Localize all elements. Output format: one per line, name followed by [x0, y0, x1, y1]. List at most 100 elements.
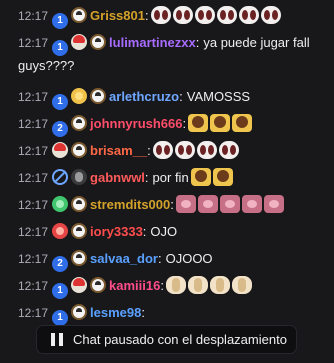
eyes-emote-icon[interactable]	[238, 6, 259, 24]
message-username[interactable]: arlethcruzo	[109, 89, 179, 104]
message-timestamp: 12:17	[18, 9, 49, 23]
eyes-emote-icon[interactable]	[172, 6, 193, 24]
clap-emote-icon[interactable]	[187, 276, 208, 294]
message-colon: :	[142, 224, 147, 239]
cap-badge-icon[interactable]	[71, 7, 88, 23]
hands-emote-icon[interactable]	[210, 114, 231, 132]
eyes-emote-icon[interactable]	[150, 6, 171, 24]
message-colon: :	[182, 116, 187, 131]
red-badge-icon[interactable]	[52, 223, 69, 239]
subscriber-badge-icon[interactable]: 1	[52, 310, 69, 326]
subscriber-badge-icon[interactable]: 1	[52, 283, 69, 299]
message-colon: :	[195, 35, 200, 50]
gold-badge-icon[interactable]	[71, 88, 88, 104]
message-colon: :	[144, 8, 149, 23]
cap-badge-icon[interactable]	[90, 88, 107, 104]
cap-badge-icon[interactable]	[71, 223, 88, 239]
cap-badge-icon[interactable]	[71, 196, 88, 212]
message-timestamp: 12:17	[18, 90, 49, 104]
chat-message: 12:17 stremdits000:	[0, 195, 334, 222]
chat-log: 12:17 1 Griss801: 12:17 1 lulimartinezxx: ya p…	[0, 0, 334, 363]
eyes-emote-icon[interactable]	[218, 141, 239, 159]
chat-message: 12:17 gabnwwl: por fin	[0, 168, 334, 195]
message-timestamp: 12:17	[18, 306, 49, 320]
clap-emote-icon[interactable]	[165, 276, 186, 294]
cap-badge-icon[interactable]	[71, 304, 88, 320]
mushroom-badge-icon[interactable]	[52, 142, 69, 158]
eyes-emote-icon[interactable]	[196, 141, 217, 159]
green-badge-icon[interactable]	[52, 196, 69, 212]
chat-message: 12:17 1 Griss801:	[0, 6, 334, 33]
pause-icon	[51, 333, 63, 346]
message-text: OJOOO	[165, 251, 213, 266]
chat-message: 12:17 brisam__:	[0, 141, 334, 168]
cap-badge-icon[interactable]	[71, 250, 88, 266]
message-username[interactable]: brisam__	[90, 143, 147, 158]
pig-emote-icon[interactable]	[263, 195, 284, 213]
message-username[interactable]: kamiii16	[109, 278, 160, 293]
subscriber-badge-icon[interactable]: 1	[52, 40, 69, 56]
message-username[interactable]: iory3333	[90, 224, 143, 239]
message-colon: :	[170, 197, 174, 212]
message-colon: :	[147, 143, 151, 158]
message-timestamp: 12:17	[18, 225, 49, 239]
message-text: por fin	[152, 170, 189, 185]
chat-message: 12:17 1 arlethcruzo: VAMOSSS	[0, 87, 334, 114]
message-text: OJO	[150, 224, 178, 239]
eyes-emote-icon[interactable]	[152, 141, 173, 159]
eyes-emote-icon[interactable]	[194, 6, 215, 24]
chat-paused-banner[interactable]: Chat pausado con el desplazamiento	[37, 326, 296, 353]
message-username[interactable]: salvaa_dor	[90, 251, 158, 266]
mushroom-badge-icon[interactable]	[71, 277, 88, 293]
cap-badge-icon[interactable]	[90, 277, 107, 293]
pig-emote-icon[interactable]	[197, 195, 218, 213]
message-timestamp: 12:17	[18, 279, 49, 293]
message-timestamp: 12:17	[18, 36, 49, 50]
chat-message: 12:17 2 salvaa_dor: OJOOO	[0, 249, 334, 276]
message-colon: :	[179, 89, 183, 104]
hands-emote-icon[interactable]	[188, 114, 209, 132]
subscriber-badge-icon[interactable]: 1	[52, 13, 69, 29]
pig-emote-icon[interactable]	[175, 195, 196, 213]
chat-paused-label: Chat pausado con el desplazamiento	[73, 332, 287, 347]
eyes-emote-icon[interactable]	[260, 6, 281, 24]
message-username[interactable]: Griss801	[90, 8, 145, 23]
chat-message: 12:17 1 kamiii16:	[0, 276, 334, 303]
hands-emote-icon[interactable]	[190, 168, 211, 186]
cap-badge-icon[interactable]	[90, 34, 107, 50]
subscriber-badge-icon[interactable]: 2	[52, 256, 69, 272]
pig-emote-icon[interactable]	[219, 195, 240, 213]
eyes-emote-icon[interactable]	[174, 141, 195, 159]
subscriber-badge-icon[interactable]: 2	[52, 121, 69, 137]
message-colon: :	[141, 305, 145, 320]
message-timestamp: 12:17	[18, 144, 49, 158]
eyes-emote-icon[interactable]	[216, 6, 237, 24]
subscriber-badge-icon[interactable]: 1	[52, 94, 69, 110]
message-username[interactable]: johnnyrush666	[90, 116, 182, 131]
chat-message: 12:17 1 lulimartinezxx: ya puede jugar fall…	[0, 33, 334, 87]
cap-badge-icon[interactable]	[71, 115, 88, 131]
message-username[interactable]: stremdits000	[90, 197, 170, 212]
dark-badge-icon[interactable]	[71, 169, 88, 185]
message-timestamp: 12:17	[18, 117, 49, 131]
message-timestamp: 12:17	[18, 198, 49, 212]
message-colon: :	[160, 278, 164, 293]
cap-badge-icon[interactable]	[71, 142, 88, 158]
hands-emote-icon[interactable]	[232, 114, 253, 132]
no-audio-badge-icon[interactable]	[52, 169, 69, 185]
clap-emote-icon[interactable]	[209, 276, 230, 294]
message-username[interactable]: gabnwwl	[90, 170, 145, 185]
hands-emote-icon[interactable]	[212, 168, 233, 186]
clap-emote-icon[interactable]	[231, 276, 252, 294]
message-colon: :	[157, 251, 162, 266]
message-colon: :	[144, 170, 149, 185]
mushroom-badge-icon[interactable]	[71, 34, 88, 50]
chat-message: 12:17 iory3333: OJO	[0, 222, 334, 249]
message-text: VAMOSSS	[186, 89, 251, 104]
message-username[interactable]: lesme98	[90, 305, 141, 320]
pig-emote-icon[interactable]	[241, 195, 262, 213]
message-username[interactable]: lulimartinezxx	[109, 35, 196, 50]
message-timestamp: 12:17	[18, 171, 49, 185]
message-timestamp: 12:17	[18, 252, 49, 266]
chat-message: 12:17 2 johnnyrush666:	[0, 114, 334, 141]
